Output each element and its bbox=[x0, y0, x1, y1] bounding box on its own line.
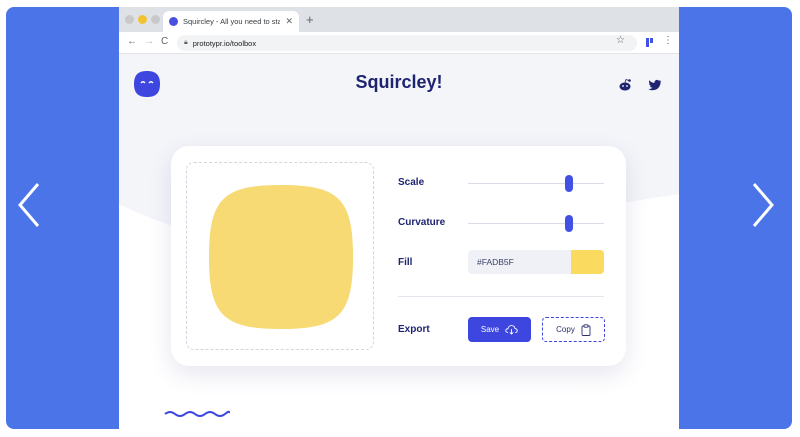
cloud-download-icon bbox=[505, 325, 518, 335]
curvature-slider-track[interactable] bbox=[468, 223, 604, 224]
bookmark-star-icon[interactable]: ☆ bbox=[616, 35, 625, 46]
copy-button[interactable]: Copy bbox=[542, 317, 605, 342]
twitter-icon[interactable] bbox=[648, 78, 662, 92]
browser-menu-icon[interactable]: ⋮ bbox=[663, 35, 673, 46]
favicon-icon bbox=[169, 17, 178, 26]
squircle-shape bbox=[209, 185, 353, 329]
site-title: Squircley! bbox=[355, 72, 443, 92]
chevron-right-icon bbox=[752, 183, 774, 227]
curvature-label: Curvature bbox=[398, 217, 446, 228]
close-window-button[interactable] bbox=[125, 15, 134, 24]
fill-hex-value: #FADB5F bbox=[477, 257, 514, 267]
reddit-icon[interactable] bbox=[618, 78, 632, 92]
tab-bar: Squircley - All you need to start u ✕ + bbox=[119, 7, 679, 32]
url-field[interactable]: 🔒︎ prototypr.io/toolbox ☆ bbox=[177, 35, 637, 51]
back-button[interactable]: ← bbox=[127, 36, 137, 47]
curvature-slider-thumb[interactable] bbox=[564, 215, 573, 232]
tab-close-icon[interactable]: ✕ bbox=[285, 16, 293, 27]
carousel-next-button[interactable] bbox=[748, 180, 778, 230]
save-button-label: Save bbox=[480, 325, 500, 334]
extension-icon[interactable] bbox=[645, 37, 654, 48]
carousel-prev-button[interactable] bbox=[14, 180, 44, 230]
squircle-generator-card: Scale Curvature Fill #FADB5F Export Save bbox=[171, 146, 626, 366]
slide-background: Squircley - All you need to start u ✕ + … bbox=[0, 0, 800, 437]
scale-slider-track[interactable] bbox=[468, 183, 604, 184]
chevron-left-icon bbox=[18, 183, 40, 227]
address-bar: ← → C 🔒︎ prototypr.io/toolbox ☆ ⋮ bbox=[119, 32, 679, 54]
browser-window: Squircley - All you need to start u ✕ + … bbox=[119, 7, 679, 429]
new-tab-button[interactable]: + bbox=[306, 13, 314, 26]
fill-color-input[interactable]: #FADB5F bbox=[468, 250, 604, 274]
copy-button-label: Copy bbox=[556, 325, 575, 334]
decorative-squiggle bbox=[164, 410, 230, 417]
fill-label: Fill bbox=[398, 257, 413, 268]
scale-slider-thumb[interactable] bbox=[564, 175, 573, 192]
browser-tab[interactable]: Squircley - All you need to start u ✕ bbox=[163, 11, 299, 32]
forward-button[interactable]: → bbox=[144, 36, 154, 47]
clipboard-icon bbox=[581, 323, 591, 336]
url-text: prototypr.io/toolbox bbox=[192, 38, 257, 48]
lock-icon: 🔒︎ bbox=[184, 39, 188, 46]
squircle-preview bbox=[186, 162, 374, 350]
fill-color-swatch[interactable] bbox=[571, 250, 604, 274]
maximize-window-button[interactable] bbox=[151, 15, 160, 24]
save-button[interactable]: Save bbox=[468, 317, 531, 342]
reload-button[interactable]: C bbox=[161, 36, 168, 47]
window-controls bbox=[125, 15, 160, 24]
minimize-window-button[interactable] bbox=[138, 15, 147, 24]
tab-title: Squircley - All you need to start u bbox=[183, 17, 281, 26]
scale-label: Scale bbox=[398, 177, 425, 188]
divider bbox=[398, 296, 604, 297]
export-label: Export bbox=[398, 324, 430, 335]
web-page: Squircley! Scale Curvature Fill #FADB5F … bbox=[119, 54, 679, 429]
